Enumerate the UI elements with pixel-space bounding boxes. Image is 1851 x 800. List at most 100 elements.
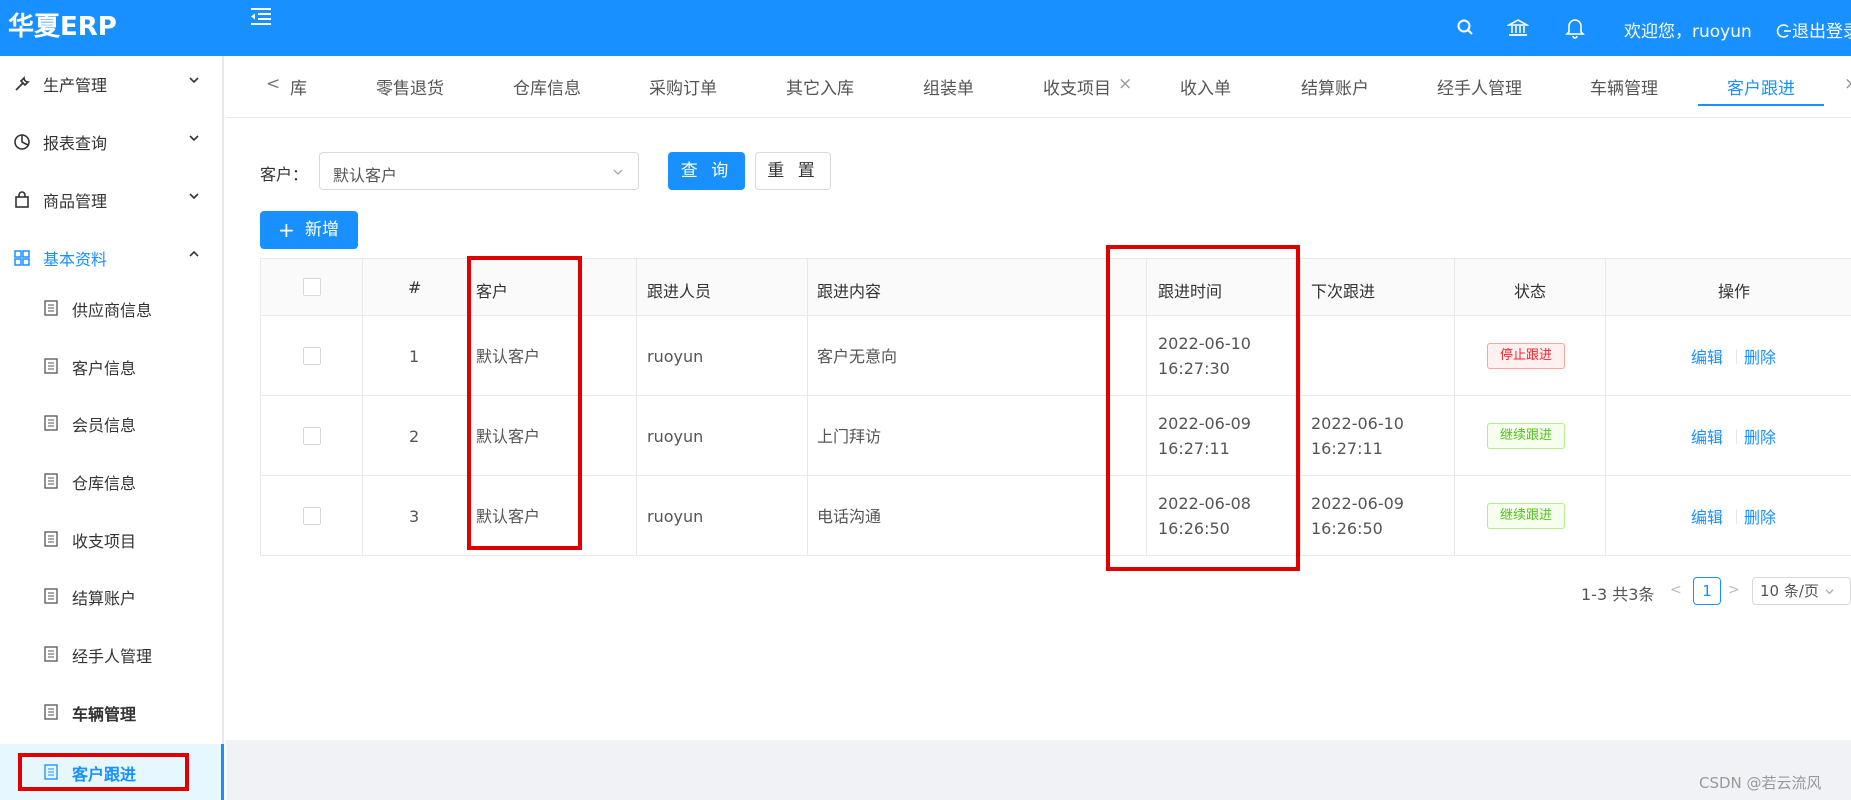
tab-other-inbound[interactable]: 其它入库 — [786, 74, 854, 99]
tab-customer-followup[interactable]: 客户跟进 — [1727, 74, 1795, 99]
menu-basic-data[interactable]: 基本资料 — [0, 230, 224, 286]
tab-scroll-left-icon[interactable]: < — [266, 74, 280, 94]
chevron-up-icon — [189, 250, 199, 257]
tab-handler-mgmt[interactable]: 经手人管理 — [1437, 74, 1522, 99]
document-icon — [44, 473, 58, 489]
next-page-icon[interactable]: > — [1728, 582, 1740, 598]
menu-label: 商品管理 — [43, 192, 108, 211]
status-badge: 继续跟进 — [1487, 423, 1565, 449]
sub-vehicle-mgmt[interactable]: 车辆管理 — [0, 684, 224, 740]
page-1-button[interactable]: 1 — [1693, 577, 1721, 605]
tab-warehouse-partial[interactable]: 库 — [290, 74, 307, 99]
close-icon[interactable]: × — [1844, 74, 1851, 94]
row-person: ruoyun — [647, 507, 704, 526]
edit-link[interactable]: 编辑 — [1691, 424, 1723, 448]
sub-member-info[interactable]: 会员信息 — [0, 395, 224, 451]
sub-label: 客户跟进 — [72, 765, 137, 784]
edit-link[interactable]: 编辑 — [1691, 344, 1723, 368]
col-status: 状态 — [1514, 282, 1547, 301]
col-actions: 操作 — [1718, 282, 1751, 301]
sub-income-expense[interactable]: 收支项目 — [0, 511, 224, 567]
delete-link[interactable]: 删除 — [1744, 344, 1776, 368]
row-time: 2022-06-10 16:27:30 — [1158, 334, 1251, 378]
table-row: 3 默认客户 ruoyun 电话沟通 2022-06-08 16:26:50 20… — [260, 476, 1851, 556]
pie-chart-icon — [14, 134, 30, 150]
welcome-text[interactable]: 欢迎您，ruoyun — [1624, 17, 1752, 42]
sub-customer-info[interactable]: 客户信息 — [0, 338, 224, 394]
sub-label: 结算账户 — [72, 589, 137, 608]
tab-income-expense[interactable]: 收支项目 — [1043, 74, 1111, 99]
tab-vehicle-mgmt[interactable]: 车辆管理 — [1590, 74, 1658, 99]
search-icon[interactable] — [1455, 17, 1477, 39]
menu-fold-icon[interactable] — [248, 4, 274, 30]
customer-select-value: 默认客户 — [333, 166, 398, 185]
add-button[interactable]: + 新增 — [260, 211, 358, 249]
query-button[interactable]: 查 询 — [668, 152, 745, 190]
col-index: # — [408, 278, 422, 297]
tab-purchase-order[interactable]: 采购订单 — [649, 74, 717, 99]
col-content[interactable]: 跟进内容 — [817, 278, 881, 302]
column-divider — [807, 259, 808, 556]
menu-label: 报表查询 — [43, 134, 108, 153]
appstore-icon — [14, 250, 30, 266]
logout-icon — [1776, 24, 1791, 38]
sub-settlement-account[interactable]: 结算账户 — [0, 568, 224, 624]
row-checkbox[interactable] — [303, 347, 321, 365]
row-person: ruoyun — [647, 427, 704, 446]
add-label: 新增 — [305, 220, 339, 240]
table-row: 2 默认客户 ruoyun 上门拜访 2022-06-09 16:27:11 20… — [260, 396, 1851, 476]
col-time[interactable]: 跟进时间 — [1158, 278, 1222, 302]
menu-production[interactable]: 生产管理 — [0, 56, 224, 112]
sub-handler-mgmt[interactable]: 经手人管理 — [0, 626, 224, 682]
col-customer[interactable]: 客户 — [476, 278, 508, 302]
tab-receipt[interactable]: 收入单 — [1180, 74, 1231, 99]
column-divider — [260, 259, 261, 556]
sidebar: 生产管理 报表查询 商品管理 基本资料 供应商信息 客户信息 会员信息 仓库信息… — [0, 56, 224, 800]
page-size-select[interactable]: 10 条/页 — [1752, 577, 1851, 605]
edit-link[interactable]: 编辑 — [1691, 504, 1723, 528]
row-customer: 默认客户 — [476, 427, 541, 446]
col-next[interactable]: 下次跟进 — [1311, 278, 1375, 302]
tab-bar: < 库 零售退货 仓库信息 采购订单 其它入库 组装单 收支项目 × 收入单 结… — [226, 56, 1851, 118]
customer-label: 客户： — [260, 165, 309, 184]
delete-link[interactable]: 删除 — [1744, 424, 1776, 448]
sub-label: 经手人管理 — [72, 647, 153, 666]
tab-retail-return[interactable]: 零售退货 — [376, 74, 444, 99]
bank-icon[interactable] — [1507, 17, 1529, 39]
divider — [1736, 349, 1737, 364]
menu-reports[interactable]: 报表查询 — [0, 114, 224, 170]
select-all-checkbox[interactable] — [303, 278, 321, 296]
col-person[interactable]: 跟进人员 — [647, 278, 711, 302]
sub-warehouse-info[interactable]: 仓库信息 — [0, 453, 224, 509]
prev-page-icon[interactable]: < — [1670, 582, 1682, 598]
content-footer-bg — [226, 740, 1851, 800]
close-icon[interactable]: × — [1118, 74, 1132, 94]
pagination-total: 1-3 共3条 — [1581, 585, 1655, 604]
sub-customer-followup[interactable]: 客户跟进 — [0, 744, 224, 800]
row-checkbox[interactable] — [303, 507, 321, 525]
document-icon — [44, 415, 58, 431]
tab-warehouse-info[interactable]: 仓库信息 — [513, 74, 581, 99]
sub-supplier[interactable]: 供应商信息 — [0, 280, 224, 336]
wrench-icon — [15, 76, 30, 91]
tab-settlement-account[interactable]: 结算账户 — [1301, 74, 1369, 99]
row-time: 2022-06-09 16:27:11 — [1158, 414, 1251, 458]
app-logo[interactable]: 华夏ERP — [8, 6, 117, 43]
reset-button[interactable]: 重 置 — [755, 152, 831, 190]
sub-label: 收支项目 — [72, 532, 137, 551]
logout-button[interactable]: 退出登录 — [1776, 17, 1851, 42]
row-content: 电话沟通 — [817, 507, 882, 526]
top-header: 华夏ERP 欢迎您，ruoyun 退出登录 — [0, 0, 1851, 56]
row-person: ruoyun — [647, 347, 704, 366]
sub-label: 会员信息 — [72, 416, 137, 435]
watermark: CSDN @若云流风 — [1699, 774, 1822, 792]
document-icon — [44, 764, 58, 780]
menu-products[interactable]: 商品管理 — [0, 172, 224, 228]
sub-label: 供应商信息 — [72, 301, 153, 320]
tab-assembly[interactable]: 组装单 — [923, 74, 974, 99]
delete-link[interactable]: 删除 — [1744, 504, 1776, 528]
bell-icon[interactable] — [1564, 17, 1586, 39]
document-icon — [44, 531, 58, 547]
customer-select[interactable]: 默认客户 — [319, 152, 639, 190]
row-checkbox[interactable] — [303, 427, 321, 445]
